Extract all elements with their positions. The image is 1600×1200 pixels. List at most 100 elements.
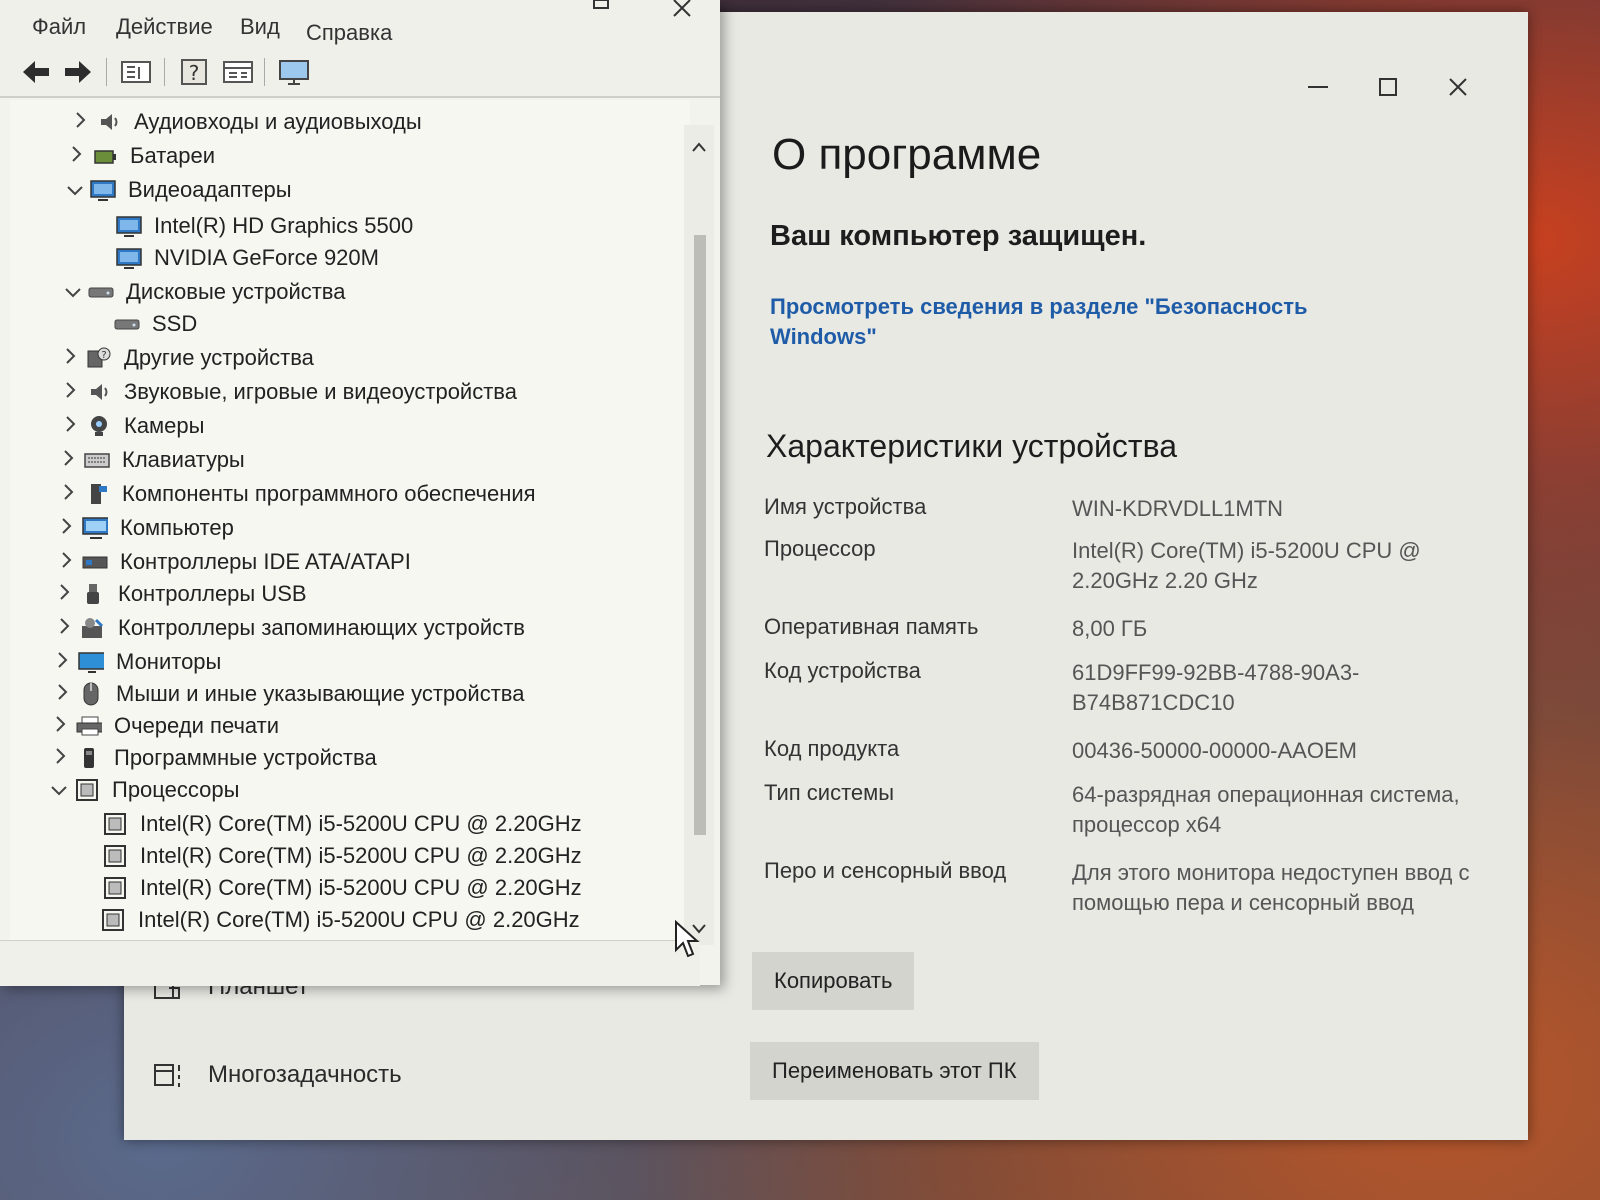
tree-device-item[interactable]: Intel(R) Core(TM) i5-5200U CPU @ 2.20GHz [102,840,582,872]
copy-button[interactable]: Копировать [752,952,915,1010]
spec-key: Перо и сенсорный ввод [764,858,1007,883]
close-icon[interactable] [672,0,692,18]
chevron-right-icon[interactable] [52,551,82,573]
maximize-button[interactable] [1358,62,1418,112]
tree-category-item[interactable]: ? Другие устройства [56,342,314,374]
tree-category-item[interactable]: Контроллеры запоминающих устройств [50,612,525,644]
chevron-right-icon[interactable] [46,747,76,769]
minimize-icon [1308,86,1328,88]
chevron-down-icon[interactable] [44,780,74,801]
tree-category-item[interactable]: Компьютер [52,512,234,544]
storage-controller-icon [80,617,106,639]
tree-item-label: Программные устройства [114,745,377,770]
spec-value: Intel(R) Core(TM) i5-5200U CPU @ 2.20GHz… [1072,538,1421,593]
help-button[interactable]: ? [178,56,210,88]
tree-category-item[interactable]: Программные устройства [46,742,377,774]
tree-item-label: Клавиатуры [122,447,245,472]
mouse-icon [78,682,104,706]
tree-scrollbar[interactable] [684,125,714,945]
tree-category-item[interactable]: Контроллеры USB [50,578,307,610]
chevron-right-icon[interactable] [56,415,86,437]
tree-category-item[interactable]: Мыши и иные указывающие устройства [48,678,524,710]
tree-item-label: Мониторы [116,649,222,674]
software-component-icon [84,483,110,505]
chevron-down-icon[interactable] [58,282,88,303]
chevron-right-icon[interactable] [48,651,78,673]
maximize-icon[interactable] [592,0,612,10]
tree-item-label: Компоненты программного обеспечения [122,481,536,506]
nav-item-multitasking[interactable]: Многозадачность [148,1060,402,1090]
tree-category-item[interactable]: Аудиовходы и аудиовыходы [66,106,422,138]
chevron-down-icon[interactable] [60,180,90,201]
tree-device-item[interactable]: Intel(R) HD Graphics 5500 [116,210,413,242]
tree-category-item[interactable]: Дисковые устройства [58,276,345,308]
processor-icon [102,845,128,867]
menu-action[interactable]: Действие [116,14,213,40]
tree-category-item[interactable]: Камеры [56,410,204,442]
scroll-up-button[interactable] [684,135,714,159]
chevron-right-icon[interactable] [56,347,86,369]
tree-category-item[interactable]: Компоненты программного обеспечения [54,478,536,510]
menu-file[interactable]: Файл [32,14,86,40]
status-bar [0,940,700,986]
tree-item-label: Контроллеры запоминающих устройств [118,615,525,640]
tree-category-item[interactable]: Процессоры [44,774,239,806]
chevron-right-icon[interactable] [46,715,76,737]
tree-item-label: Аудиовходы и аудиовыходы [134,109,422,134]
speaker-icon [86,381,112,403]
rename-pc-button[interactable]: Переименовать этот ПК [750,1042,1039,1100]
back-button[interactable] [20,56,52,88]
processor-icon [102,877,128,899]
tree-item-label: Intel(R) Core(TM) i5-5200U CPU @ 2.20GHz [140,811,582,836]
tree-category-item[interactable]: Контроллеры IDE ATA/ATAPI [52,546,411,578]
properties-icon [223,61,253,83]
spec-value: 61D9FF99-92BB-4788-90A3-B74B871CDC10 [1072,660,1360,715]
tree-category-item[interactable]: Батареи [62,140,215,172]
tree-category-item[interactable]: Звуковые, игровые и видеоустройства [56,376,517,408]
properties-button[interactable] [222,56,254,88]
spec-value: 64-разрядная операционная система, проце… [1072,782,1460,837]
close-button[interactable] [1428,62,1488,112]
scan-hardware-button[interactable] [278,56,310,88]
tree-category-item[interactable]: Клавиатуры [54,444,245,476]
chevron-right-icon[interactable] [54,483,84,505]
chevron-right-icon[interactable] [56,381,86,403]
chevron-right-icon[interactable] [50,583,80,605]
tree-category-item[interactable]: Видеоадаптеры [60,174,292,206]
chevron-right-icon[interactable] [54,449,84,471]
tree-item-label: Батареи [130,143,216,168]
menu-help[interactable]: Справка [306,20,392,46]
toolbar-separator [264,58,265,86]
toolbar-separator [164,58,165,86]
tree-device-item[interactable]: Intel(R) Core(TM) i5-5200U CPU @ 2.20GHz [102,808,582,840]
chevron-right-icon[interactable] [52,517,82,539]
minimize-button[interactable] [1288,62,1348,112]
protection-status: Ваш компьютер защищен. [770,220,1147,252]
camera-icon [86,415,112,437]
forward-button[interactable] [62,56,94,88]
tree-category-item[interactable]: Мониторы [48,646,221,678]
security-link[interactable]: Просмотреть сведения в разделе "Безопасн… [770,292,1330,352]
tree-item-label: Процессоры [112,777,240,802]
spec-value: WIN-KDRVDLL1MTN [1072,496,1284,521]
tree-device-item[interactable]: Intel(R) Core(TM) i5-5200U CPU @ 2.20GHz [102,872,582,904]
chevron-right-icon[interactable] [62,145,92,167]
unknown-device-icon: ? [86,347,112,369]
menu-view[interactable]: Вид [240,14,280,40]
tree-device-item[interactable]: Intel(R) Core(TM) i5-5200U CPU @ 2.20GHz [100,904,580,936]
tree-item-label: Другие устройства [124,345,314,370]
chevron-right-icon[interactable] [66,111,96,133]
chevron-right-icon[interactable] [50,617,80,639]
tree-item-label: Видеоадаптеры [128,177,292,202]
show-hide-tree-button[interactable] [120,56,152,88]
tree-device-item[interactable]: NVIDIA GeForce 920M [116,242,379,274]
tree-item-label: SSD [152,311,198,336]
spec-key: Тип системы [764,780,895,805]
chevron-right-icon[interactable] [48,683,78,705]
tree-view-icon [121,61,151,83]
scroll-thumb[interactable] [694,235,706,835]
spec-key: Код устройства [764,658,921,683]
tree-device-item[interactable]: SSD [114,308,197,340]
tree-category-item[interactable]: Очереди печати [46,710,279,742]
help-icon: ? [181,59,207,85]
